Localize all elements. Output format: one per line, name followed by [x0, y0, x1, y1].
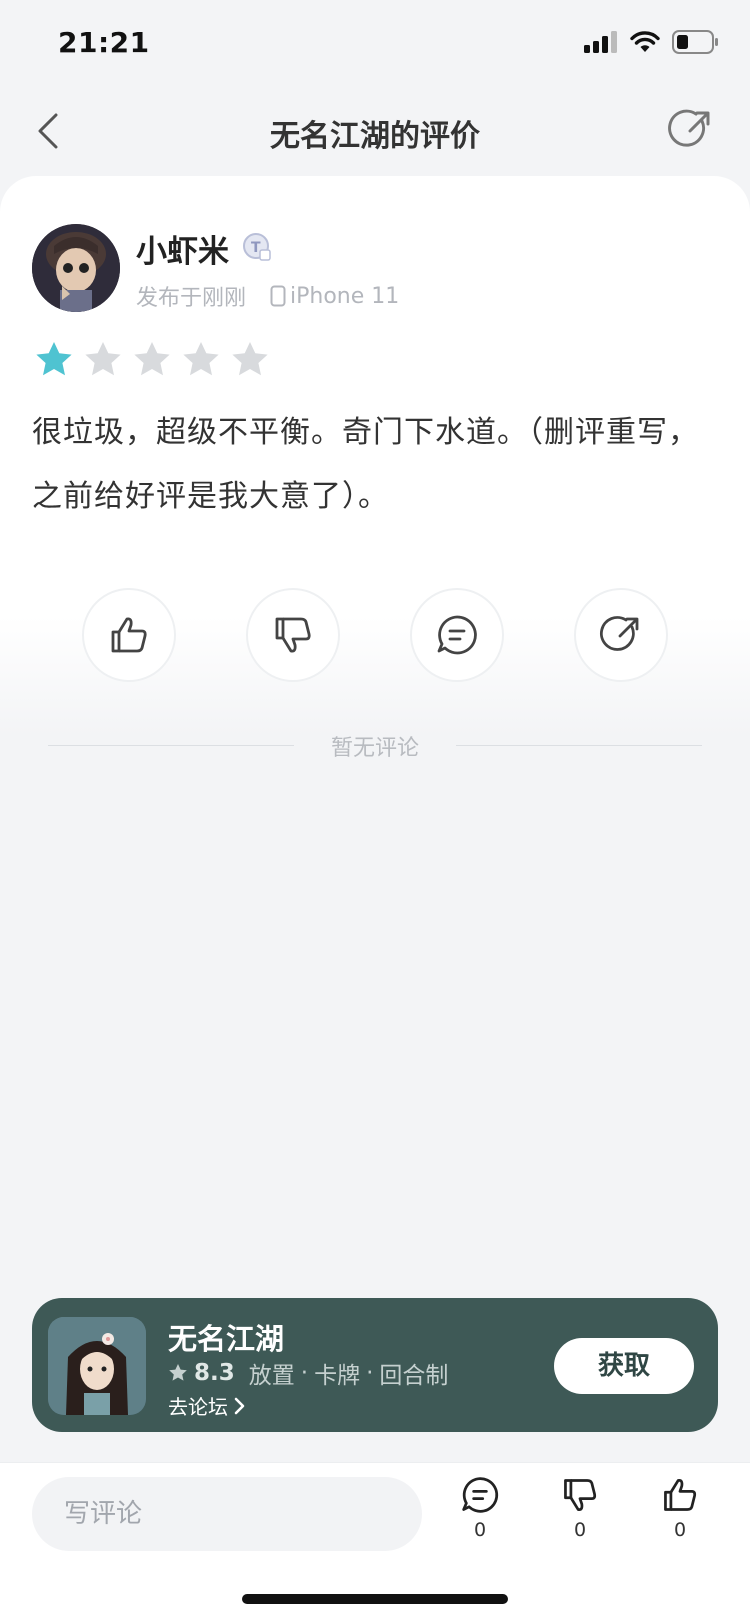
forum-link-label: 去论坛 — [168, 1395, 228, 1419]
home-indicator[interactable] — [242, 1594, 508, 1604]
review-meta: 发布于刚刚 iPhone 11 — [136, 280, 399, 312]
cellular-signal-icon — [584, 31, 617, 53]
rating-stars — [34, 340, 270, 380]
star-icon — [36, 342, 72, 376]
tag-separator: · — [300, 1360, 309, 1386]
wifi-icon — [630, 31, 660, 52]
review-actions — [82, 588, 668, 684]
thumbs-down-icon — [564, 1479, 597, 1512]
nav-bar: 无名江湖的评价 — [0, 95, 750, 167]
share-icon — [600, 616, 639, 651]
comment-icon — [437, 615, 477, 655]
no-comments-text: 暂无评论 — [330, 736, 419, 761]
dislike-button[interactable] — [246, 588, 340, 682]
status-bar: 21:21 — [0, 0, 750, 90]
user-name[interactable]: 小虾米 — [136, 226, 229, 271]
dislike-count: 0 — [573, 1519, 587, 1541]
get-button[interactable]: 获取 — [554, 1338, 694, 1394]
star-icon — [85, 342, 121, 376]
share-button[interactable] — [668, 107, 714, 153]
comment-button[interactable] — [410, 588, 504, 682]
device-name: iPhone 11 — [290, 283, 400, 309]
share-icon — [668, 109, 710, 147]
status-time: 21:21 — [58, 26, 150, 59]
star-icon — [134, 342, 170, 376]
thumbs-down-icon — [275, 617, 311, 653]
game-score: 8.3 — [194, 1360, 235, 1386]
comment-input[interactable] — [32, 1477, 422, 1551]
share-action-button[interactable] — [574, 588, 668, 682]
game-icon[interactable] — [48, 1317, 146, 1415]
status-icons — [584, 30, 718, 54]
avatar[interactable] — [32, 224, 120, 312]
tag-separator: · — [366, 1360, 374, 1386]
game-tag: 放置 — [248, 1363, 295, 1389]
bottom-like-button[interactable]: 0 — [652, 1475, 708, 1541]
game-title: 无名江湖 — [168, 1322, 285, 1356]
like-button[interactable] — [82, 588, 176, 682]
posted-time: 发布于刚刚 — [136, 286, 247, 311]
thumbs-up-icon — [664, 1478, 697, 1511]
battery-icon — [672, 30, 718, 54]
comment-count: 0 — [473, 1519, 487, 1541]
user-level-badge-icon: T — [243, 233, 271, 261]
phone-icon — [270, 285, 286, 307]
game-tag: 卡牌 — [314, 1363, 361, 1389]
game-promo-banner[interactable]: 无名江湖 8.3 放置 · 卡牌 · 回合制 去论坛 获取 — [32, 1298, 718, 1432]
device-info: iPhone 11 — [270, 284, 399, 309]
comment-icon — [462, 1477, 499, 1513]
divider-line — [456, 745, 702, 746]
forum-link[interactable]: 去论坛 — [168, 1391, 246, 1420]
star-icon — [232, 342, 268, 376]
chevron-right-icon — [234, 1397, 245, 1414]
game-tag: 回合制 — [379, 1363, 449, 1389]
game-info: 8.3 放置 · 卡牌 · 回合制 — [168, 1356, 448, 1390]
game-icon-art — [48, 1317, 146, 1415]
star-icon — [169, 1364, 187, 1381]
like-count: 0 — [673, 1519, 687, 1541]
review-text: 很垃圾，超级不平衡。奇门下水道。（删评重写，之前给好评是我大意了）。 — [32, 415, 699, 514]
avatar-image — [32, 224, 120, 312]
page-title: 无名江湖的评价 — [270, 119, 480, 154]
thumbs-up-icon — [111, 617, 147, 653]
bottom-dislike-button[interactable]: 0 — [552, 1475, 608, 1541]
no-comments-divider: 暂无评论 — [48, 730, 702, 761]
star-icon — [183, 342, 219, 376]
bottom-comment-button[interactable]: 0 — [452, 1475, 508, 1541]
